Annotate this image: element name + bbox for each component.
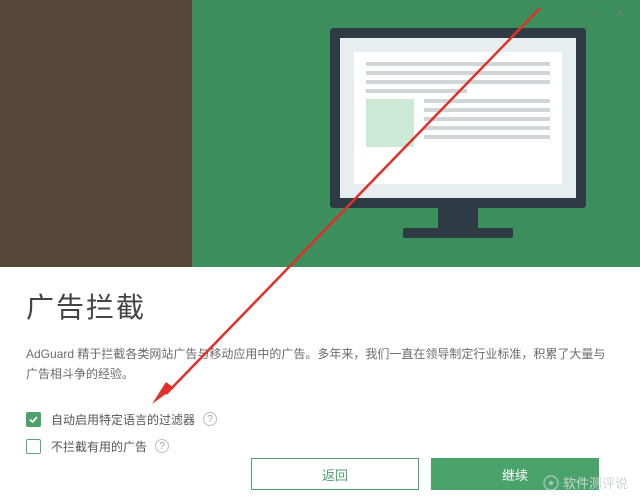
option-label: 不拦截有用的广告 [51, 438, 147, 455]
main-content: 广告拦截 AdGuard 精于拦截各类网站广告与移动应用中的广告。多年来，我们一… [26, 286, 616, 465]
hero-banner [0, 0, 640, 267]
watermark-text: 软件测评说 [563, 473, 628, 492]
checkbox-icon[interactable] [26, 439, 41, 454]
page-description: AdGuard 精于拦截各类网站广告与移动应用中的广告。多年来，我们一直在领导制… [26, 344, 606, 385]
close-button[interactable]: × [612, 5, 626, 19]
checkbox-icon[interactable] [26, 412, 41, 427]
minimize-button[interactable]: – [584, 5, 598, 19]
window-controls: – × [584, 0, 640, 24]
help-icon[interactable]: ? [155, 439, 169, 453]
monitor-illustration [330, 28, 586, 238]
option-label: 自动启用特定语言的过滤器 [51, 411, 195, 428]
option-auto-language-filter[interactable]: 自动启用特定语言的过滤器 ? [26, 411, 616, 428]
page-title: 广告拦截 [26, 286, 616, 326]
back-button[interactable]: 返回 [251, 458, 419, 490]
option-allow-useful-ads[interactable]: 不拦截有用的广告 ? [26, 438, 616, 455]
watermark: 软件测评说 [543, 473, 628, 492]
watermark-icon [543, 475, 559, 491]
help-icon[interactable]: ? [203, 412, 217, 426]
